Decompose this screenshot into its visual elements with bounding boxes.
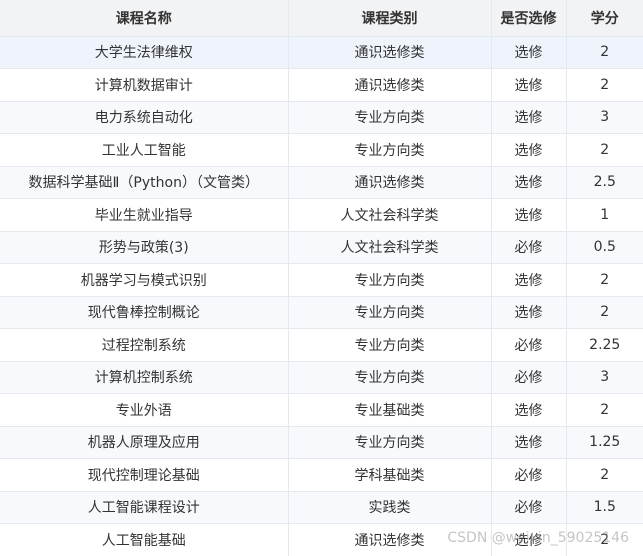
cell-course-name: 形势与政策(3) bbox=[0, 231, 289, 264]
cell-elective: 选修 bbox=[491, 393, 567, 427]
cell-credit: 2 bbox=[566, 393, 643, 427]
table-row[interactable]: 电力系统自动化 专业方向类 选修 3 bbox=[0, 101, 643, 134]
column-header-course-type[interactable]: 课程类别 bbox=[288, 0, 492, 37]
cell-course-name: 毕业生就业指导 bbox=[0, 198, 289, 232]
cell-course-type: 专业基础类 bbox=[288, 393, 492, 427]
cell-elective: 选修 bbox=[491, 133, 567, 167]
cell-course-type: 专业方向类 bbox=[288, 296, 492, 329]
cell-elective: 必修 bbox=[491, 458, 567, 492]
cell-elective: 必修 bbox=[491, 491, 567, 524]
cell-elective: 选修 bbox=[491, 296, 567, 329]
cell-elective: 必修 bbox=[491, 361, 567, 394]
table-row[interactable]: 现代鲁棒控制概论 专业方向类 选修 2 bbox=[0, 296, 643, 329]
table-row[interactable]: 计算机控制系统 专业方向类 必修 3 bbox=[0, 361, 643, 394]
cell-credit: 2 bbox=[566, 296, 643, 329]
table-row[interactable]: 现代控制理论基础 学科基础类 必修 2 bbox=[0, 458, 643, 492]
cell-credit: 1.5 bbox=[566, 491, 643, 524]
cell-course-type: 实践类 bbox=[288, 491, 492, 524]
cell-course-type: 通识选修类 bbox=[288, 523, 492, 556]
table-row[interactable]: 机器人原理及应用 专业方向类 选修 1.25 bbox=[0, 426, 643, 459]
cell-course-name: 工业人工智能 bbox=[0, 133, 289, 167]
table-row[interactable]: 过程控制系统 专业方向类 必修 2.25 bbox=[0, 328, 643, 362]
cell-course-name: 数据科学基础Ⅱ（Python）（文管类） bbox=[0, 166, 289, 199]
cell-course-name: 人工智能基础 bbox=[0, 523, 289, 556]
cell-elective: 选修 bbox=[491, 263, 567, 297]
table-row[interactable]: 形势与政策(3) 人文社会科学类 必修 0.5 bbox=[0, 231, 643, 264]
cell-credit: 2 bbox=[566, 36, 643, 69]
cell-course-name: 大学生法律维权 bbox=[0, 36, 289, 69]
cell-elective: 必修 bbox=[491, 231, 567, 264]
cell-elective: 选修 bbox=[491, 68, 567, 102]
cell-course-name: 现代控制理论基础 bbox=[0, 458, 289, 492]
cell-course-type: 专业方向类 bbox=[288, 426, 492, 459]
column-header-credit[interactable]: 学分 bbox=[566, 0, 643, 37]
cell-course-name: 专业外语 bbox=[0, 393, 289, 427]
table-row[interactable]: 计算机数据审计 通识选修类 选修 2 bbox=[0, 68, 643, 102]
cell-credit: 3 bbox=[566, 101, 643, 134]
cell-credit: 1 bbox=[566, 198, 643, 232]
cell-elective: 必修 bbox=[491, 328, 567, 362]
cell-course-type: 人文社会科学类 bbox=[288, 198, 492, 232]
cell-credit: 2 bbox=[566, 68, 643, 102]
cell-course-name: 计算机控制系统 bbox=[0, 361, 289, 394]
cell-course-name: 现代鲁棒控制概论 bbox=[0, 296, 289, 329]
table-body: 大学生法律维权 通识选修类 选修 2 计算机数据审计 通识选修类 选修 2 电力… bbox=[0, 36, 643, 556]
cell-course-type: 学科基础类 bbox=[288, 458, 492, 492]
header-row: 课程名称 课程类别 是否选修 学分 bbox=[0, 0, 643, 37]
cell-course-name: 过程控制系统 bbox=[0, 328, 289, 362]
cell-credit: 2.5 bbox=[566, 166, 643, 199]
cell-course-type: 通识选修类 bbox=[288, 166, 492, 199]
cell-credit: 2 bbox=[566, 263, 643, 297]
cell-course-name: 计算机数据审计 bbox=[0, 68, 289, 102]
cell-credit: 2 bbox=[566, 458, 643, 492]
table-row[interactable]: 数据科学基础Ⅱ（Python）（文管类） 通识选修类 选修 2.5 bbox=[0, 166, 643, 199]
cell-credit: 2 bbox=[566, 523, 643, 556]
cell-course-type: 专业方向类 bbox=[288, 263, 492, 297]
cell-credit: 0.5 bbox=[566, 231, 643, 264]
course-table: 课程名称 课程类别 是否选修 学分 大学生法律维权 通识选修类 选修 2 计算机… bbox=[0, 0, 643, 556]
cell-course-name: 机器人原理及应用 bbox=[0, 426, 289, 459]
cell-course-type: 专业方向类 bbox=[288, 133, 492, 167]
column-header-course-name[interactable]: 课程名称 bbox=[0, 0, 289, 37]
cell-elective: 选修 bbox=[491, 523, 567, 556]
table-row[interactable]: 专业外语 专业基础类 选修 2 bbox=[0, 393, 643, 427]
table-row[interactable]: 大学生法律维权 通识选修类 选修 2 bbox=[0, 36, 643, 69]
cell-credit: 2.25 bbox=[566, 328, 643, 362]
cell-course-name: 电力系统自动化 bbox=[0, 101, 289, 134]
cell-credit: 2 bbox=[566, 133, 643, 167]
cell-course-type: 通识选修类 bbox=[288, 36, 492, 69]
cell-elective: 选修 bbox=[491, 426, 567, 459]
cell-elective: 选修 bbox=[491, 198, 567, 232]
table-header: 课程名称 课程类别 是否选修 学分 bbox=[0, 0, 643, 37]
cell-course-name: 机器学习与模式识别 bbox=[0, 263, 289, 297]
course-table-container: 课程名称 课程类别 是否选修 学分 大学生法律维权 通识选修类 选修 2 计算机… bbox=[0, 0, 643, 556]
table-row[interactable]: 机器学习与模式识别 专业方向类 选修 2 bbox=[0, 263, 643, 297]
table-row[interactable]: 人工智能课程设计 实践类 必修 1.5 bbox=[0, 491, 643, 524]
table-row[interactable]: 人工智能基础 通识选修类 选修 2 bbox=[0, 523, 643, 556]
table-row[interactable]: 毕业生就业指导 人文社会科学类 选修 1 bbox=[0, 198, 643, 232]
cell-course-type: 人文社会科学类 bbox=[288, 231, 492, 264]
cell-credit: 1.25 bbox=[566, 426, 643, 459]
cell-elective: 选修 bbox=[491, 36, 567, 69]
cell-course-name: 人工智能课程设计 bbox=[0, 491, 289, 524]
cell-course-type: 专业方向类 bbox=[288, 101, 492, 134]
cell-elective: 选修 bbox=[491, 166, 567, 199]
cell-credit: 3 bbox=[566, 361, 643, 394]
cell-course-type: 通识选修类 bbox=[288, 68, 492, 102]
cell-course-type: 专业方向类 bbox=[288, 361, 492, 394]
cell-elective: 选修 bbox=[491, 101, 567, 134]
column-header-elective[interactable]: 是否选修 bbox=[491, 0, 567, 37]
table-row[interactable]: 工业人工智能 专业方向类 选修 2 bbox=[0, 133, 643, 167]
cell-course-type: 专业方向类 bbox=[288, 328, 492, 362]
